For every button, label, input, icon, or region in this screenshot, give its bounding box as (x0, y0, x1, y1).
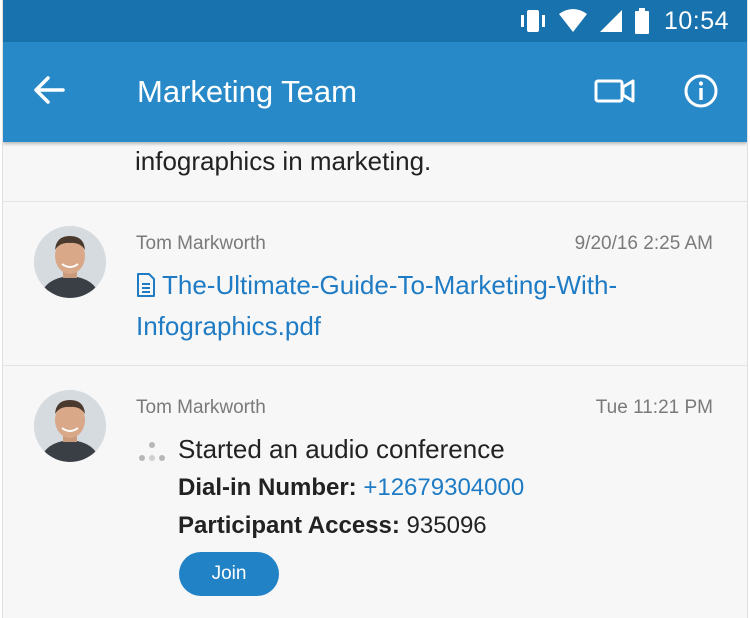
battery-icon (634, 7, 650, 35)
file-attachment-link[interactable]: The-Ultimate-Guide-To-Marketing-With-Inf… (136, 266, 656, 345)
dial-in-row: Dial-in Number: +12679304000 (178, 474, 524, 502)
signal-icon (598, 7, 624, 35)
dial-in-number-link[interactable]: +12679304000 (363, 474, 524, 501)
message-time: 9/20/16 2:25 AM (574, 233, 713, 254)
video-call-icon (593, 77, 637, 110)
message-text: infographics in marketing. (135, 146, 432, 176)
sender-name: Tom Markworth (136, 233, 266, 254)
chat-screen: 10:54 Marketing Team infographics in mar… (2, 0, 748, 618)
message-time: Tue 11:21 PM (595, 397, 713, 418)
info-icon (683, 73, 719, 114)
join-button[interactable]: Join (179, 552, 279, 596)
conversation-title: Marketing Team (137, 74, 357, 109)
dial-in-label: Dial-in Number: (178, 474, 364, 501)
message-list[interactable]: infographics in marketing. Tom Markworth… (3, 142, 747, 618)
conference-status-text: Started an audio conference (178, 434, 505, 464)
file-name[interactable]: The-Ultimate-Guide-To-Marketing-With-Inf… (136, 270, 617, 341)
participant-access-row: Participant Access: 935096 (178, 512, 487, 540)
status-time: 10:54 (663, 6, 729, 35)
avatar[interactable] (34, 226, 106, 298)
document-icon (136, 269, 156, 307)
message-item: Tom Markworth Tue 11:21 PM Started an au… (3, 367, 747, 618)
sender-name: Tom Markworth (136, 397, 266, 418)
vibrate-icon (518, 7, 548, 35)
participant-access-code: 935096 (406, 512, 487, 539)
conference-icon (137, 441, 167, 468)
info-button[interactable] (681, 73, 721, 113)
back-button[interactable] (29, 72, 69, 112)
app-bar: Marketing Team (3, 42, 747, 142)
status-bar: 10:54 (3, 0, 747, 42)
wifi-icon (558, 7, 588, 35)
back-arrow-icon (32, 75, 66, 110)
message-item: Tom Markworth 9/20/16 2:25 AM The-Ultima… (3, 203, 747, 366)
message-item: infographics in marketing. (3, 142, 747, 202)
participant-access-label: Participant Access: (178, 512, 407, 539)
video-call-button[interactable] (591, 73, 639, 113)
avatar[interactable] (34, 390, 106, 462)
